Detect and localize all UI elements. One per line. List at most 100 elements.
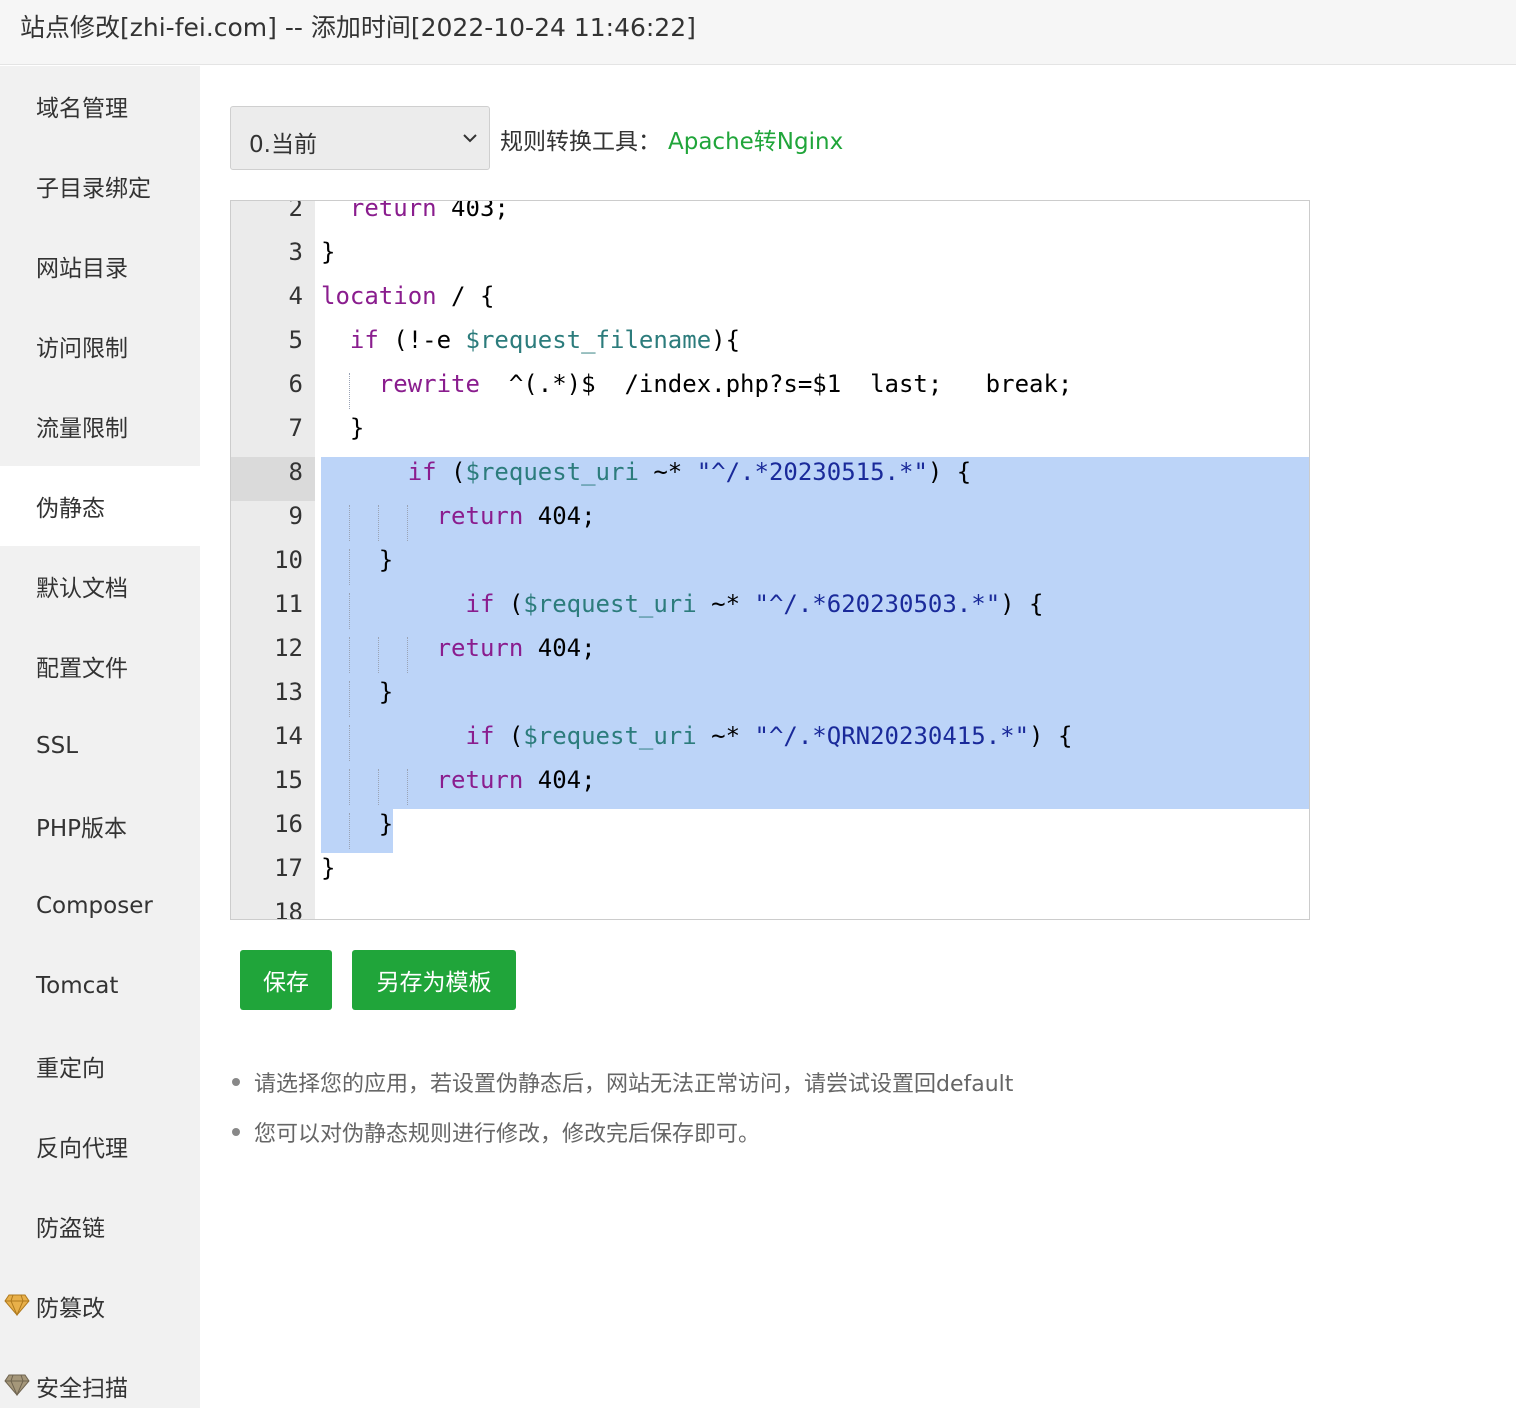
line-number: 9 xyxy=(288,502,303,530)
tip-item: 请选择您的应用，若设置伪静态后，网站无法正常访问，请尝试设置回default xyxy=(230,1066,1013,1116)
code-text: } xyxy=(321,414,365,442)
editor-line: 9 return 404; xyxy=(231,501,1309,545)
code-text: return 403; xyxy=(349,200,509,222)
sidebar-item-label: 防盗链 xyxy=(36,1216,105,1242)
line-number: 12 xyxy=(274,634,303,662)
line-number: 5 xyxy=(288,326,303,354)
sidebar-item-hotlink-protection[interactable]: 防盗链 xyxy=(0,1186,200,1266)
bullet-icon xyxy=(232,1128,240,1136)
code-text: } xyxy=(321,546,394,574)
code-text: location / { xyxy=(321,282,495,310)
code-text: if ($request_uri ~* "^/.*QRN20230415.*")… xyxy=(465,722,1073,750)
sidebar-item-site-directory[interactable]: 网站目录 xyxy=(0,226,200,306)
code-text: rewrite ^(.*)$ /index.php?s=$1 last; bre… xyxy=(378,370,1073,398)
editor-line: 13 } xyxy=(231,677,1309,721)
selection-highlight xyxy=(321,677,1309,721)
diamond-icon xyxy=(4,1374,30,1396)
sidebar-item-label: 重定向 xyxy=(36,1056,105,1082)
line-number: 7 xyxy=(288,414,303,442)
sidebar-item-traffic-limit[interactable]: 流量限制 xyxy=(0,386,200,466)
editor-line-current: 8 if ($request_uri ~* "^/.*20230515.*") … xyxy=(231,457,1309,501)
line-number: 15 xyxy=(274,766,303,794)
sidebar-item-default-document[interactable]: 默认文档 xyxy=(0,546,200,626)
sidebar-item-config-file[interactable]: 配置文件 xyxy=(0,626,200,706)
sidebar-item-label: 域名管理 xyxy=(36,96,128,122)
tip-item: 您可以对伪静态规则进行修改，修改完后保存即可。 xyxy=(230,1116,1013,1166)
save-as-template-button[interactable]: 另存为模板 xyxy=(352,950,516,1010)
code-text: } xyxy=(321,238,336,266)
window-title: 站点修改[zhi-fei.com] -- 添加时间[2022-10-24 11:… xyxy=(20,13,696,42)
code-text: return 404; xyxy=(436,634,596,662)
sidebar: 域名管理 子目录绑定 网站目录 访问限制 流量限制 伪静态 默认文档 配置文件 … xyxy=(0,66,200,1408)
line-number: 11 xyxy=(274,590,303,618)
code-editor[interactable]: 2 return 403; 3 } 4 location / { 5 if (!… xyxy=(230,200,1310,920)
editor-line: 14 if ($request_uri ~* "^/.*QRN20230415.… xyxy=(231,721,1309,765)
line-number: 10 xyxy=(274,546,303,574)
editor-line: 3 } xyxy=(231,237,1309,281)
editor-line: 12 return 404; xyxy=(231,633,1309,677)
editor-line: 7 } xyxy=(231,413,1309,457)
sidebar-item-label: 防篡改 xyxy=(36,1296,105,1322)
bullet-icon xyxy=(232,1078,240,1086)
editor-line: 5 if (!-e $request_filename){ xyxy=(231,325,1309,369)
tip-text: 请选择您的应用，若设置伪静态后，网站无法正常访问，请尝试设置回default xyxy=(254,1072,1014,1097)
code-text: if ($request_uri ~* "^/.*20230515.*") { xyxy=(407,458,972,486)
sidebar-item-tamper-protection[interactable]: 防篡改 xyxy=(0,1266,200,1346)
line-number: 18 xyxy=(274,898,303,920)
code-text: return 404; xyxy=(436,502,596,530)
line-number: 8 xyxy=(231,457,315,501)
line-number: 14 xyxy=(274,722,303,750)
code-text: if (!-e $request_filename){ xyxy=(349,326,741,354)
sidebar-item-tomcat[interactable]: Tomcat xyxy=(0,946,200,1026)
sidebar-item-label: 默认文档 xyxy=(36,576,128,602)
sidebar-item-label: 访问限制 xyxy=(36,336,128,362)
window-titlebar: 站点修改[zhi-fei.com] -- 添加时间[2022-10-24 11:… xyxy=(0,0,1516,65)
line-number: 6 xyxy=(288,370,303,398)
rule-template-select[interactable]: 0.当前 xyxy=(230,106,490,170)
code-text: } xyxy=(321,810,394,838)
sidebar-item-ssl[interactable]: SSL xyxy=(0,706,200,786)
sidebar-item-access-limit[interactable]: 访问限制 xyxy=(0,306,200,386)
apache-to-nginx-link[interactable]: Apache转Nginx xyxy=(668,122,843,156)
code-text: } xyxy=(321,854,336,882)
sidebar-item-label: 网站目录 xyxy=(36,256,128,282)
sidebar-item-label: PHP版本 xyxy=(36,816,128,842)
tips-list: 请选择您的应用，若设置伪静态后，网站无法正常访问，请尝试设置回default 您… xyxy=(230,1066,1013,1166)
sidebar-item-label: 伪静态 xyxy=(36,496,105,522)
line-number: 17 xyxy=(274,854,303,882)
sidebar-item-domain[interactable]: 域名管理 xyxy=(0,66,200,146)
diamond-icon xyxy=(4,1294,30,1316)
editor-line: 17 } xyxy=(231,853,1309,897)
tip-text: 您可以对伪静态规则进行修改，修改完后保存即可。 xyxy=(254,1122,761,1147)
rule-converter-label: 规则转换工具： xyxy=(500,129,661,155)
code-text: return 404; xyxy=(436,766,596,794)
sidebar-item-redirect[interactable]: 重定向 xyxy=(0,1026,200,1106)
sidebar-item-composer[interactable]: Composer xyxy=(0,866,200,946)
sidebar-item-label: SSL xyxy=(36,733,79,759)
sidebar-item-label: 反向代理 xyxy=(36,1136,128,1162)
sidebar-item-label: 安全扫描 xyxy=(36,1376,128,1402)
sidebar-item-subdir-binding[interactable]: 子目录绑定 xyxy=(0,146,200,226)
sidebar-item-label: 配置文件 xyxy=(36,656,128,682)
sidebar-item-pseudo-static[interactable]: 伪静态 xyxy=(0,466,200,546)
select-value: 0.当前 xyxy=(249,132,317,158)
sidebar-item-reverse-proxy[interactable]: 反向代理 xyxy=(0,1106,200,1186)
line-number: 3 xyxy=(288,238,303,266)
chevron-down-icon xyxy=(463,134,477,143)
sidebar-item-php-version[interactable]: PHP版本 xyxy=(0,786,200,866)
line-number: 4 xyxy=(288,282,303,310)
sidebar-item-label: 子目录绑定 xyxy=(36,176,151,202)
save-button[interactable]: 保存 xyxy=(240,950,332,1010)
line-number: 13 xyxy=(274,678,303,706)
sidebar-item-label: Composer xyxy=(36,893,153,919)
editor-line: 10 } xyxy=(231,545,1309,589)
sidebar-item-label: Tomcat xyxy=(36,973,119,999)
editor-line: 6 rewrite ^(.*)$ /index.php?s=$1 last; b… xyxy=(231,369,1309,413)
editor-line: 2 return 403; xyxy=(231,200,1309,237)
sidebar-item-security-scan[interactable]: 安全扫描 xyxy=(0,1346,200,1408)
line-number: 16 xyxy=(274,810,303,838)
editor-line: 15 return 404; xyxy=(231,765,1309,809)
code-text: } xyxy=(321,678,394,706)
sidebar-item-label: 流量限制 xyxy=(36,416,128,442)
code-text: if ($request_uri ~* "^/.*620230503.*") { xyxy=(465,590,1044,618)
